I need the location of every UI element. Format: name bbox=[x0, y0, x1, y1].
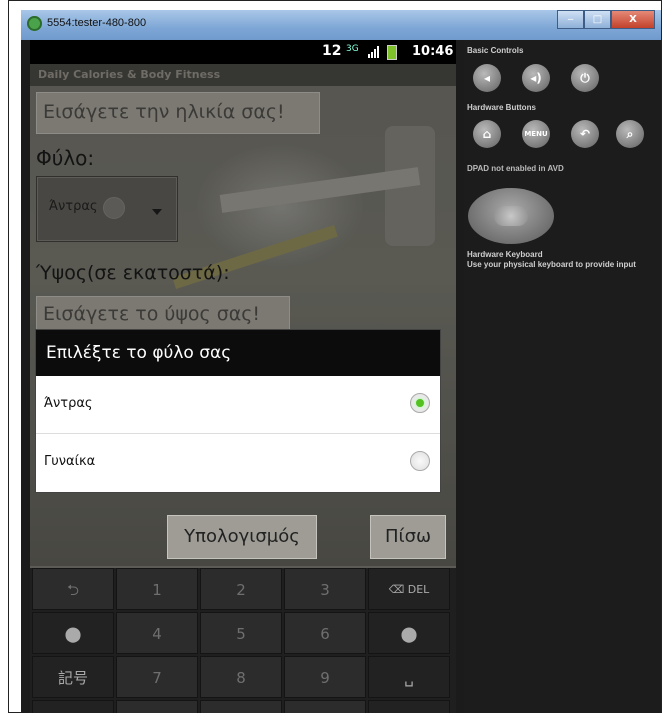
radio-unselected-icon[interactable] bbox=[410, 451, 430, 471]
clock: 10:46 bbox=[412, 44, 454, 59]
status-bar: 12 3G 10:46 bbox=[30, 40, 456, 64]
dpad-control[interactable] bbox=[468, 188, 554, 244]
radio-selected-icon[interactable] bbox=[410, 393, 430, 413]
key-right[interactable]: ⬤ bbox=[368, 612, 450, 654]
key-6[interactable]: 6 bbox=[284, 612, 366, 654]
key-5[interactable]: 5 bbox=[200, 612, 282, 654]
dpad-status: DPAD not enabled in AVD bbox=[467, 164, 564, 173]
key-enter[interactable]: ⏎ bbox=[368, 700, 450, 713]
back-button[interactable]: Πίσω bbox=[370, 515, 446, 559]
android-icon bbox=[27, 16, 42, 31]
window-title: 5554:tester-480-800 bbox=[47, 17, 147, 29]
dialog-title: Επιλέξτε το φύλο σας bbox=[36, 330, 440, 376]
key-left[interactable]: ⬤ bbox=[32, 612, 114, 654]
home-icon[interactable]: ⌂ bbox=[473, 120, 501, 148]
key-8[interactable]: 8 bbox=[200, 656, 282, 698]
notification-count: 12 bbox=[322, 43, 342, 59]
dialog-option-female[interactable]: Γυναίκα bbox=[36, 434, 440, 491]
key-2[interactable]: 2 bbox=[200, 568, 282, 610]
option-label: Γυναίκα bbox=[44, 454, 96, 469]
power-icon[interactable]: ⏻ bbox=[571, 64, 599, 92]
volume-down-icon[interactable]: ◂ bbox=[473, 64, 501, 92]
key-chars[interactable]: 文字 bbox=[32, 700, 114, 713]
dpad-center-icon[interactable] bbox=[494, 206, 528, 226]
device-screen: 12 3G 10:46 Daily Calories & Body Fitnes… bbox=[30, 40, 456, 713]
key-3[interactable]: 3 bbox=[284, 568, 366, 610]
dialog-option-male[interactable]: Άντρας bbox=[36, 376, 440, 434]
battery-icon bbox=[387, 45, 397, 60]
calculate-button[interactable]: Υπολογισμός bbox=[167, 515, 317, 559]
volume-up-icon[interactable]: ◂) bbox=[522, 64, 550, 92]
option-label: Άντρας bbox=[44, 396, 93, 411]
emulator-window: 5554:tester-480-800 ‒ □ X 12 3G 10:46 Da… bbox=[21, 10, 661, 713]
key-symbols[interactable]: 記号 bbox=[32, 656, 114, 698]
key-7[interactable]: 7 bbox=[116, 656, 198, 698]
basic-controls-heading: Basic Controls bbox=[467, 46, 524, 55]
back-arrow-icon[interactable]: ↶ bbox=[571, 120, 599, 148]
key-hash[interactable]: # bbox=[284, 700, 366, 713]
soft-keyboard: ⮌ 1 2 3 ⌫ DEL ⬤ 4 5 6 ⬤ 記号 7 8 9 ␣ 文字 * … bbox=[30, 568, 456, 713]
maximize-button[interactable]: □ bbox=[584, 10, 611, 29]
search-icon[interactable]: ⌕ bbox=[616, 120, 644, 148]
key-delete[interactable]: ⌫ DEL bbox=[368, 568, 450, 610]
menu-button[interactable]: MENU bbox=[522, 120, 550, 148]
key-space[interactable]: ␣ bbox=[368, 656, 450, 698]
key-star[interactable]: * bbox=[116, 700, 198, 713]
title-bar: 5554:tester-480-800 ‒ □ X bbox=[21, 10, 661, 40]
window-controls: ‒ □ X bbox=[557, 10, 655, 30]
network-type: 3G bbox=[346, 44, 359, 54]
key-0[interactable]: 0 bbox=[200, 700, 282, 713]
hardware-keyboard-hint: Use your physical keyboard to provide in… bbox=[467, 260, 636, 269]
emulator-control-panel: Basic Controls ◂ ◂) ⏻ Hardware Buttons ⌂… bbox=[464, 40, 661, 713]
gender-dialog: Επιλέξτε το φύλο σας Άντρας Γυναίκα bbox=[35, 329, 441, 493]
key-back[interactable]: ⮌ bbox=[32, 568, 114, 610]
close-button[interactable]: X bbox=[611, 10, 655, 29]
minimize-button[interactable]: ‒ bbox=[557, 10, 584, 29]
key-4[interactable]: 4 bbox=[116, 612, 198, 654]
key-1[interactable]: 1 bbox=[116, 568, 198, 610]
signal-icon bbox=[368, 46, 379, 58]
key-9[interactable]: 9 bbox=[284, 656, 366, 698]
hardware-buttons-heading: Hardware Buttons bbox=[467, 103, 536, 112]
hardware-keyboard-heading: Hardware Keyboard bbox=[467, 250, 543, 259]
